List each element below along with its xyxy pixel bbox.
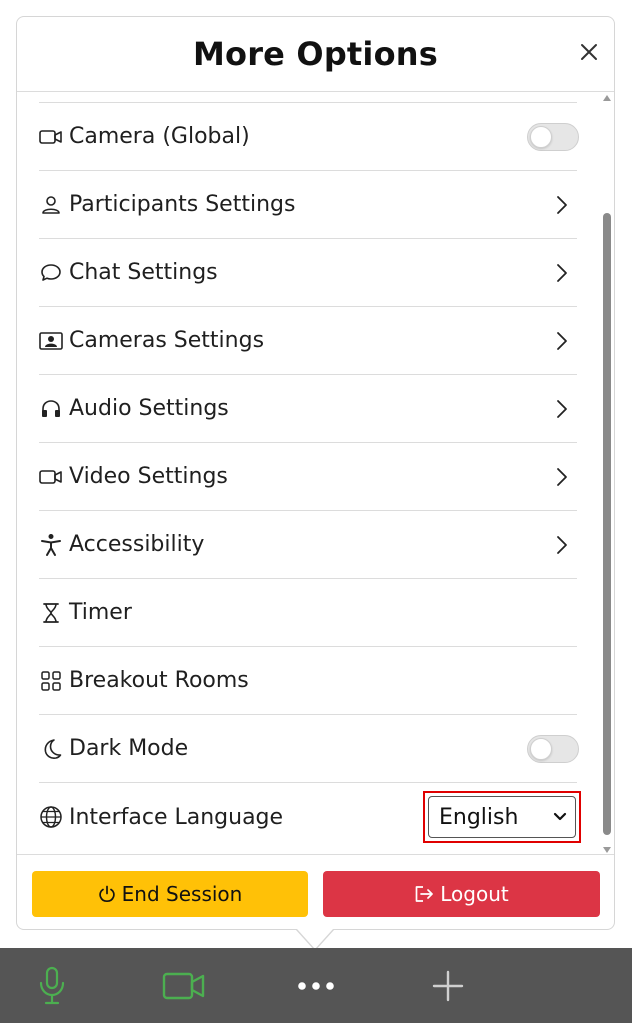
option-label: Timer [69,600,132,625]
chevron-right-icon [553,397,571,421]
moon-icon [39,737,63,761]
close-icon [581,44,597,60]
grid-icon [39,669,63,693]
option-label: Dark Mode [69,736,189,761]
video-button[interactable] [154,960,214,1012]
panel-footer: End Session Logout [17,854,614,931]
chevron-down-icon [553,812,567,821]
option-label: Accessibility [69,532,205,557]
video-camera-icon [39,125,63,149]
person-badge-icon [39,329,63,353]
person-icon [39,193,63,217]
microphone-icon [39,966,65,1005]
end-session-button[interactable]: End Session [32,871,308,917]
option-camera-global[interactable]: Camera (Global) [39,103,579,171]
option-breakout-rooms[interactable]: Breakout Rooms [39,647,577,715]
popover-pointer [297,929,333,949]
accessibility-icon [39,533,63,557]
headphones-icon [39,397,63,421]
language-select[interactable]: English [428,796,576,838]
scrollbar-thumb[interactable] [603,213,611,835]
chevron-right-icon [553,465,571,489]
scrollbar[interactable] [600,95,614,853]
option-timer[interactable]: Timer [39,579,577,647]
chevron-right-icon [553,261,571,285]
option-chat-settings[interactable]: Chat Settings [39,239,577,307]
option-label: Camera (Global) [69,124,250,149]
scroll-down-arrow-icon[interactable] [603,847,611,853]
panel-header: More Options [17,17,614,92]
option-label: Audio Settings [69,396,229,421]
option-cameras-settings[interactable]: Cameras Settings [39,307,577,375]
chevron-right-icon [553,193,571,217]
logout-label: Logout [440,882,509,906]
end-session-label: End Session [121,882,243,906]
globe-icon [39,805,63,829]
logout-button[interactable]: Logout [323,871,600,917]
more-dots-icon [298,982,334,990]
toggle-knob [530,737,552,760]
chat-bubble-icon [39,261,63,285]
dark-mode-toggle[interactable] [527,734,579,763]
close-button[interactable] [576,39,602,65]
video-camera-icon [39,465,63,489]
toggle-knob [530,125,552,148]
more-options-button[interactable] [286,960,346,1012]
chevron-right-icon [553,329,571,353]
option-label: Video Settings [69,464,228,489]
more-options-panel: More Options Camera (Global) Participant… [16,16,615,930]
plus-icon [432,970,464,1002]
language-select-value: English [439,804,519,830]
option-video-settings[interactable]: Video Settings [39,443,577,511]
logout-icon [415,886,434,902]
option-label: Participants Settings [69,192,296,217]
options-list[interactable]: Camera (Global) Participants Settings Ch… [17,92,614,854]
option-audio-settings[interactable]: Audio Settings [39,375,577,443]
video-camera-icon [162,972,205,1000]
chevron-right-icon [553,533,571,557]
bottom-toolbar [0,948,632,1023]
language-select-highlight: English [423,791,581,843]
power-icon [98,885,115,903]
option-participants-settings[interactable]: Participants Settings [39,171,577,239]
add-button[interactable] [418,960,478,1012]
option-interface-language: Interface Language English [39,783,581,851]
option-label: Cameras Settings [69,328,265,353]
option-dark-mode[interactable]: Dark Mode [39,715,579,783]
hourglass-icon [39,601,63,625]
microphone-button[interactable] [22,960,82,1012]
scroll-up-arrow-icon[interactable] [603,95,611,101]
panel-title: More Options [192,35,439,73]
option-label: Breakout Rooms [69,668,249,693]
option-accessibility[interactable]: Accessibility [39,511,577,579]
camera-global-toggle[interactable] [527,122,579,151]
option-label: Chat Settings [69,260,218,285]
